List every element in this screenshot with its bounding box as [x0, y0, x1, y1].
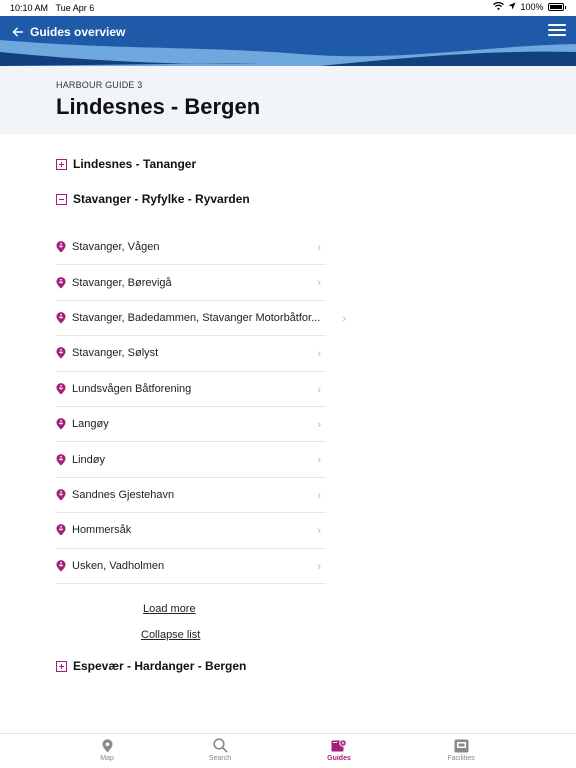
list-item[interactable]: Langøy ›: [56, 407, 326, 443]
tab-facilities[interactable]: Facilities: [431, 738, 491, 762]
harbour-pin-icon: [56, 241, 66, 253]
list-item[interactable]: Sandnes Gjestehavn ›: [56, 478, 326, 514]
header-wave-background: [0, 16, 576, 66]
harbour-pin-icon: [56, 312, 66, 324]
chevron-right-icon: ›: [317, 348, 321, 361]
harbour-pin-icon: [56, 276, 66, 289]
battery-tip: [564, 5, 566, 9]
status-time: 10:10 AM Tue Apr 6: [10, 3, 95, 13]
arrow-left-icon: [12, 27, 23, 37]
chevron-right-icon: ›: [317, 418, 321, 431]
chevron-right-icon: ›: [317, 383, 321, 396]
harbour-name: Sandnes Gjestehavn: [72, 488, 175, 501]
chevron-right-icon: ›: [317, 525, 321, 538]
section-label: Stavanger - Ryfylke - Ryvarden: [73, 192, 250, 206]
harbour-name: Langøy: [72, 418, 109, 431]
list-item[interactable]: Stavanger, Badedammen, Stavanger Motorbå…: [56, 301, 346, 337]
harbour-name: Lindøy: [72, 453, 106, 466]
app-header: Guides overview: [0, 16, 576, 66]
list-item[interactable]: Stavanger, Vågen ›: [56, 230, 326, 266]
tab-guides[interactable]: Guides: [309, 738, 369, 762]
section-stavanger-ryfylke-ryvarden[interactable]: Stavanger - Ryfylke - Ryvarden: [56, 192, 250, 206]
page-title: Lindesnes - Bergen: [56, 94, 261, 119]
chevron-right-icon: ›: [317, 242, 321, 254]
list-item[interactable]: Stavanger, Børevigå ›: [56, 265, 326, 301]
tab-label: Facilities: [447, 755, 475, 762]
chevron-right-icon: ›: [342, 312, 346, 325]
chevron-right-icon: ›: [317, 454, 321, 467]
list-item[interactable]: Stavanger, Sølyst ›: [56, 336, 326, 372]
harbour-pin-icon: [56, 489, 66, 501]
list-item[interactable]: Hommersåk ›: [56, 513, 326, 549]
harbour-pin-icon: [56, 347, 66, 359]
collapse-list-link[interactable]: Collapse list: [141, 629, 200, 641]
chevron-right-icon: ›: [317, 560, 321, 573]
load-more-link[interactable]: Load more: [143, 603, 196, 615]
location-arrow-icon: [508, 2, 516, 12]
map-pin-icon: [77, 738, 137, 753]
expand-plus-icon: [56, 660, 67, 672]
tab-search[interactable]: Search: [190, 738, 250, 762]
guide-subtitle: HARBOUR GUIDE 3: [56, 80, 143, 90]
book-icon: [309, 738, 369, 753]
list-item[interactable]: Lindøy ›: [56, 442, 326, 478]
chevron-right-icon: ›: [317, 489, 321, 502]
harbour-name: Lundsvågen Båtforening: [72, 382, 192, 395]
tab-map[interactable]: Map: [77, 738, 137, 762]
status-bar: 10:10 AM Tue Apr 6 100%: [0, 0, 576, 16]
hamburger-menu-icon[interactable]: [548, 24, 566, 38]
section-label: Espevær - Hardanger - Bergen: [73, 659, 247, 673]
harbour-pin-icon: [56, 382, 66, 395]
header-title: Guides overview: [30, 25, 126, 39]
guide-title-area: HARBOUR GUIDE 3 Lindesnes - Bergen: [0, 66, 576, 134]
collapse-minus-icon: [56, 193, 67, 205]
tab-label: Guides: [327, 755, 351, 762]
battery-icon: [547, 3, 564, 11]
harbour-name: Stavanger, Børevigå: [72, 276, 172, 289]
bottom-tab-bar: Map Search Guides Facilities: [0, 733, 576, 768]
list-item[interactable]: Lundsvågen Båtforening ›: [56, 372, 326, 407]
back-button[interactable]: [8, 23, 28, 41]
battery-percent: 100%: [520, 2, 544, 12]
harbour-name: Hommersåk: [72, 524, 132, 537]
harbour-pin-icon: [56, 559, 66, 572]
wifi-icon: [493, 1, 505, 12]
harbour-list: Stavanger, Vågen › Stavanger, Børevigå ›…: [56, 230, 346, 584]
section-label: Lindesnes - Tananger: [73, 157, 197, 171]
chevron-right-icon: ›: [317, 277, 321, 290]
harbour-name: Usken, Vadholmen: [72, 559, 165, 572]
list-item[interactable]: Usken, Vadholmen ›: [56, 549, 326, 584]
harbour-name: Stavanger, Badedammen, Stavanger Motorbå…: [72, 311, 321, 324]
tab-label: Search: [208, 755, 232, 762]
tab-label: Map: [100, 755, 114, 762]
harbour-name: Stavanger, Vågen: [72, 241, 160, 254]
section-lindesnes-tananger[interactable]: Lindesnes - Tananger: [56, 157, 196, 171]
facilities-icon: [431, 738, 491, 753]
expand-plus-icon: [56, 158, 67, 170]
section-espevaer-hardanger-bergen[interactable]: Espevær - Hardanger - Bergen: [56, 659, 246, 673]
harbour-pin-icon: [56, 524, 66, 536]
search-icon: [190, 738, 250, 753]
harbour-pin-icon: [56, 418, 66, 430]
harbour-name: Stavanger, Sølyst: [72, 347, 159, 360]
harbour-pin-icon: [56, 453, 66, 466]
status-right: 100%: [493, 1, 566, 12]
